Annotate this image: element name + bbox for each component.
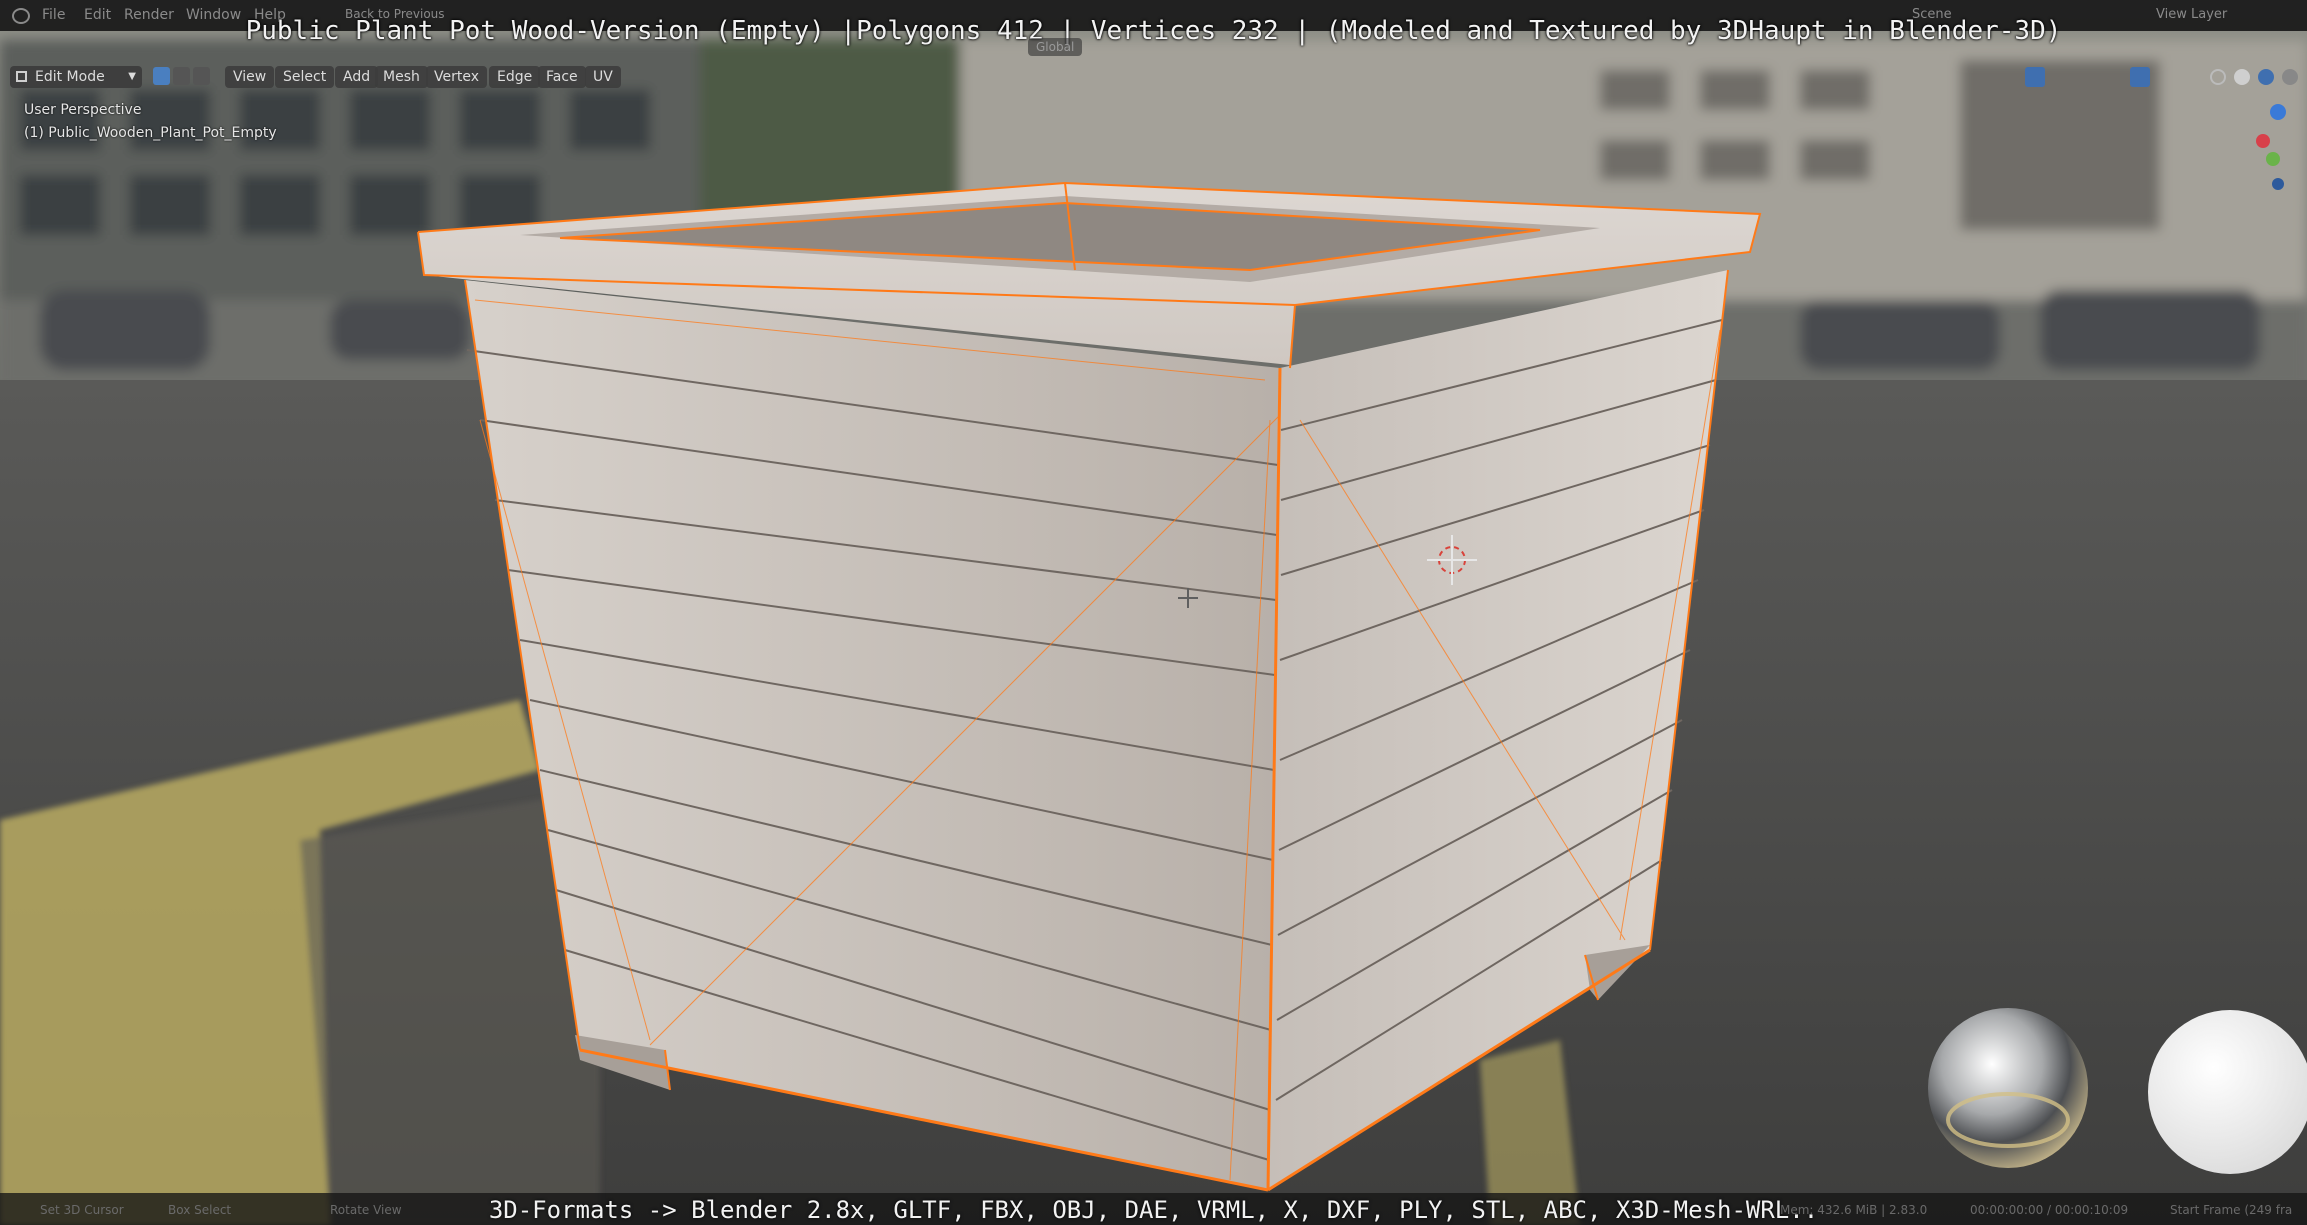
wireframe-shading-icon[interactable] <box>2210 69 2226 85</box>
xray-toggle-icon[interactable] <box>2130 67 2150 87</box>
transform-orientation-selector[interactable]: Global <box>1028 38 1083 56</box>
header-menu-vertex[interactable]: Vertex <box>426 66 488 88</box>
active-object-label: (1) Public_Wooden_Plant_Pot_Empty <box>24 125 277 141</box>
gizmo-x-axis[interactable] <box>2256 134 2270 148</box>
3d-viewport[interactable]: File Edit Render Window Help Back to Pre… <box>0 0 2307 1225</box>
navigation-gizmo-icon[interactable] <box>2250 100 2307 200</box>
viewport-overlays-icon[interactable] <box>2025 67 2045 87</box>
mode-label: Edit Mode <box>35 69 105 85</box>
formats-overlay-text: 3D-Formats -> Blender 2.8x, GLTF, FBX, O… <box>488 1196 1819 1224</box>
rendered-shading-icon[interactable] <box>2282 69 2298 85</box>
header-menu-select[interactable]: Select <box>275 66 335 88</box>
header-menu-edge[interactable]: Edge <box>489 66 541 88</box>
gizmo-y-axis[interactable] <box>2266 152 2280 166</box>
edit-mode-icon <box>16 71 27 82</box>
header-menu-uv[interactable]: UV <box>585 66 621 88</box>
header-menu-add[interactable]: Add <box>335 66 379 88</box>
mode-selector[interactable]: Edit Mode ▼ <box>10 66 142 88</box>
edge-select-mode-button[interactable] <box>173 67 190 85</box>
header-menu-view[interactable]: View <box>225 66 275 88</box>
gizmo-z-axis[interactable] <box>2270 104 2286 120</box>
face-select-mode-button[interactable] <box>193 67 210 85</box>
chevron-down-icon: ▼ <box>128 71 136 82</box>
gizmo-neg-z-axis[interactable] <box>2272 178 2284 190</box>
view-perspective-label: User Perspective <box>24 102 142 118</box>
solid-shading-icon[interactable] <box>2234 69 2250 85</box>
vertex-select-mode-button[interactable] <box>153 67 170 85</box>
header-menu-face[interactable]: Face <box>538 66 586 88</box>
material-preview-icon[interactable] <box>2258 69 2274 85</box>
viewport-scene[interactable] <box>0 0 2307 1225</box>
video-title-overlay: Public Plant Pot Wood-Version (Empty) |P… <box>245 16 2062 46</box>
header-menu-mesh[interactable]: Mesh <box>375 66 428 88</box>
